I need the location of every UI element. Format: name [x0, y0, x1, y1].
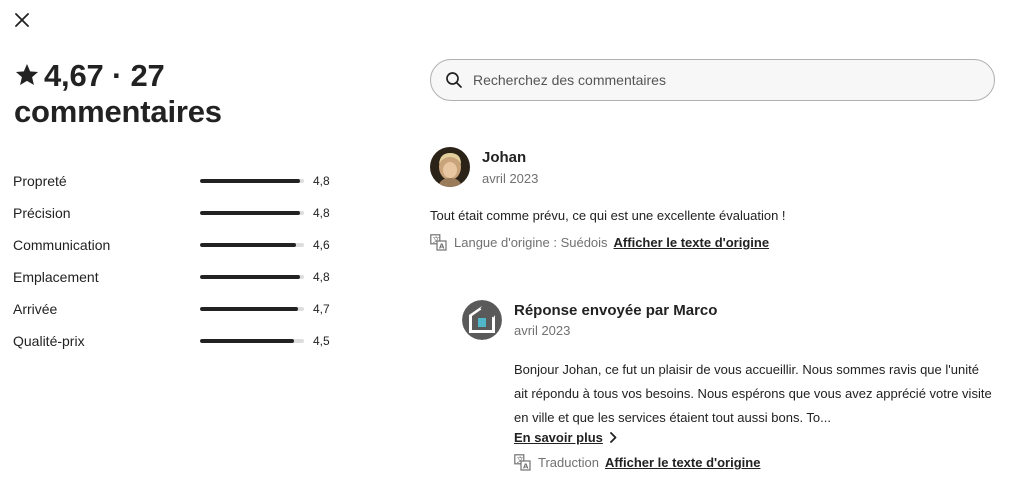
close-icon — [15, 13, 29, 27]
response-date: avril 2023 — [514, 323, 571, 338]
rating-row-arrivee: Arrivée 4,7 — [13, 293, 343, 325]
language-info: 文 A Langue d'origine : Suédois Afficher … — [430, 234, 769, 251]
rating-label: Précision — [13, 205, 71, 221]
rating-summary-line2: commentaires — [14, 94, 222, 129]
host-avatar[interactable] — [462, 300, 502, 340]
rating-row-emplacement: Emplacement 4,8 — [13, 261, 343, 293]
rating-label: Communication — [13, 237, 111, 253]
review-text: Tout était comme prévu, ce qui est une e… — [430, 208, 786, 223]
svg-text:A: A — [439, 243, 445, 251]
search-icon — [445, 71, 463, 89]
rating-bar — [200, 275, 304, 279]
rating-label: Arrivée — [13, 301, 58, 317]
rating-label: Qualité-prix — [13, 333, 85, 349]
rating-value: 4,5 — [313, 334, 330, 348]
rating-value: 4,7 — [313, 302, 330, 316]
review-date: avril 2023 — [482, 171, 539, 186]
rating-row-communication: Communication 4,6 — [13, 229, 343, 261]
response-text: Bonjour Johan, ce fut un plaisir de vous… — [514, 362, 992, 425]
translate-icon: 文 A — [514, 454, 531, 471]
search-input[interactable] — [471, 71, 955, 89]
rating-value: 4,8 — [313, 174, 330, 188]
translate-icon: 文 A — [430, 234, 447, 251]
response-language-label: Traduction — [538, 455, 599, 470]
rating-value: 4,8 — [313, 206, 330, 220]
category-ratings: Propreté 4,8 Précision 4,8 Communication… — [13, 165, 343, 357]
search-bar[interactable] — [430, 59, 995, 101]
rating-bar-fill — [200, 179, 300, 183]
avatar[interactable] — [430, 147, 470, 187]
rating-bar — [200, 179, 304, 183]
rating-value: 4,8 — [313, 270, 330, 284]
rating-summary: 4,67 · 27 commentaires — [14, 58, 374, 130]
rating-bar-fill — [200, 275, 300, 279]
rating-summary-line1: 4,67 · 27 — [44, 58, 165, 93]
rating-label: Emplacement — [13, 269, 99, 285]
reviewer-name: Johan — [482, 149, 527, 166]
rating-row-qualite-prix: Qualité-prix 4,5 — [13, 325, 343, 357]
rating-bar — [200, 339, 304, 343]
svg-text:A: A — [523, 463, 529, 471]
rating-bar-fill — [200, 211, 300, 215]
close-button[interactable] — [8, 6, 36, 34]
chevron-right-icon — [609, 432, 617, 443]
rating-bar — [200, 307, 304, 311]
response-language-info: 文 A Traduction Afficher le texte d'origi… — [514, 454, 760, 471]
rating-label: Propreté — [13, 173, 67, 189]
rating-bar — [200, 243, 304, 247]
language-label: Langue d'origine : Suédois — [454, 235, 608, 250]
read-more-link[interactable]: En savoir plus — [514, 430, 617, 445]
rating-row-precision: Précision 4,8 — [13, 197, 343, 229]
reviews-modal: 4,67 · 27 commentaires Propreté 4,8 Préc… — [0, 0, 1019, 491]
rating-row-proprete: Propreté 4,8 — [13, 165, 343, 197]
rating-bar-fill — [200, 307, 298, 311]
show-original-link[interactable]: Afficher le texte d'origine — [605, 455, 761, 470]
read-more-label: En savoir plus — [514, 430, 603, 445]
rating-bar — [200, 211, 304, 215]
response-title: Réponse envoyée par Marco — [514, 302, 718, 319]
rating-bar-fill — [200, 339, 294, 343]
show-original-link[interactable]: Afficher le texte d'origine — [614, 235, 770, 250]
rating-value: 4,6 — [313, 238, 330, 252]
rating-bar-fill — [200, 243, 296, 247]
star-icon — [15, 63, 39, 85]
